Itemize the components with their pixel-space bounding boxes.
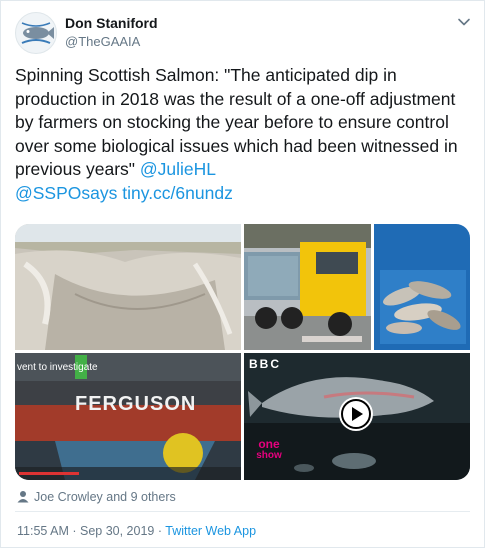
show-logo-line1: one [258,437,280,451]
bbc-video[interactable]: BBC one show [244,353,470,480]
tweet-text: Spinning Scottish Salmon: "The anticipat… [15,64,470,205]
author-handle[interactable]: @TheGAAIA [65,34,140,49]
mention-sspo[interactable]: @SSPOsays [15,183,117,203]
media-grid: vent to investigate FERGUSON BBC one sho… [15,224,470,480]
tweet-card: Don Staniford @TheGAAIA Spinning Scottis… [0,0,485,548]
person-icon [17,491,29,503]
photo-ship-video[interactable]: vent to investigate FERGUSON [15,353,241,480]
ship-name: FERGUSON [75,393,197,415]
one-show-logo: one show [249,437,289,461]
photo-beach[interactable] [15,224,241,350]
tweet-source[interactable]: Twitter Web App [165,524,256,538]
chevron-down-icon [458,18,470,26]
tweet-link[interactable]: tiny.cc/6nundz [122,183,233,203]
tweet-body: Spinning Scottish Salmon: "The anticipat… [15,65,458,179]
avatar[interactable] [15,12,57,54]
photo-truck[interactable] [244,224,371,350]
fish-logo-icon [21,22,54,44]
likes-summary[interactable]: Joe Crowley and 9 others [17,490,176,504]
tweet-meta: 11:55 AM · Sep 30, 2019 · Twitter Web Ap… [17,524,256,538]
tweet-timestamp[interactable]: 11:55 AM · Sep 30, 2019 · [17,524,165,538]
play-icon [341,399,371,429]
likes-text: Joe Crowley and 9 others [34,490,176,504]
show-logo-line2: show [256,450,282,461]
bbc-logo: BBC [249,357,281,371]
photo-dead-fish[interactable] [374,224,470,350]
ship-caption: vent to investigate [17,362,98,373]
divider [15,511,470,512]
more-options-button[interactable] [453,11,475,33]
author-name[interactable]: Don Staniford [65,15,158,31]
play-button[interactable] [339,397,373,431]
mention-juliehl[interactable]: @JulieHL [140,159,216,179]
